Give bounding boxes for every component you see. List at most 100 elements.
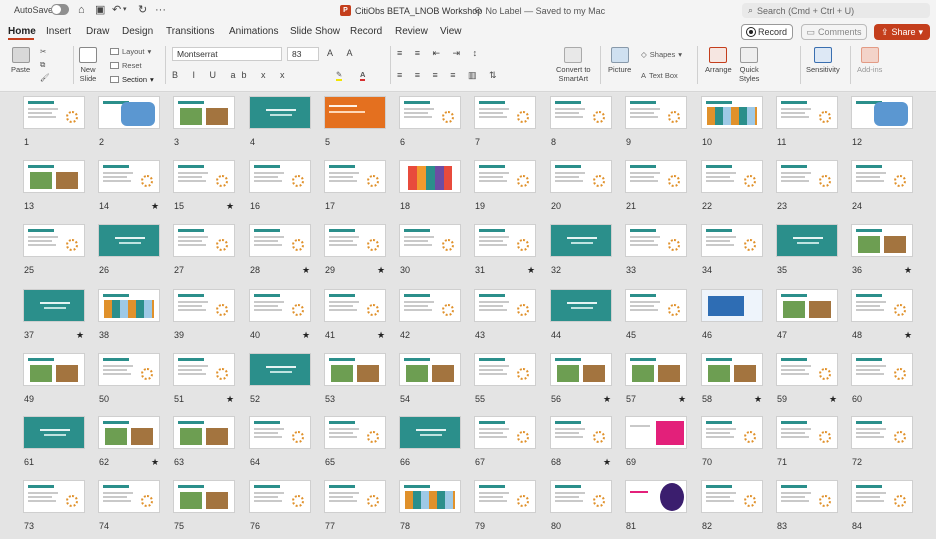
picture-button[interactable]: Picture — [608, 47, 631, 74]
slide-thumbnail[interactable] — [23, 160, 85, 193]
slide-thumbnail[interactable] — [399, 224, 461, 257]
slide-thumbnail[interactable] — [851, 480, 913, 513]
shapes-button[interactable]: ◇ Shapes ▾ — [641, 50, 682, 59]
alignment-controls[interactable]: ≡ ≡ ≡ ≡ ▥ ⇅ — [397, 70, 502, 81]
redo-icon[interactable]: ↻ — [138, 4, 147, 16]
slide-thumbnail[interactable] — [399, 160, 461, 193]
slide-thumbnail[interactable] — [701, 160, 763, 193]
slide-thumbnail[interactable] — [701, 416, 763, 449]
slide-thumbnail[interactable] — [474, 353, 536, 386]
slide-thumbnail[interactable] — [399, 96, 461, 129]
tab-design[interactable]: Design — [122, 26, 153, 37]
slide-thumbnail[interactable] — [399, 416, 461, 449]
slide-thumbnail[interactable] — [173, 224, 235, 257]
tab-transitions[interactable]: Transitions — [166, 26, 215, 37]
slide-thumbnail[interactable] — [399, 480, 461, 513]
slide-thumbnail[interactable] — [776, 289, 838, 322]
slide-thumbnail[interactable] — [851, 353, 913, 386]
slide-thumbnail[interactable] — [625, 160, 687, 193]
slide-thumbnail[interactable] — [324, 289, 386, 322]
slide-thumbnail[interactable] — [550, 353, 612, 386]
slide-thumbnail[interactable] — [23, 224, 85, 257]
slide-thumbnail[interactable] — [776, 353, 838, 386]
slide-thumbnail[interactable] — [98, 480, 160, 513]
slide-thumbnail[interactable] — [625, 353, 687, 386]
slide-thumbnail[interactable] — [23, 416, 85, 449]
slide-thumbnail[interactable] — [173, 289, 235, 322]
paste-button[interactable]: Paste — [11, 47, 30, 74]
slide-thumbnail[interactable] — [625, 289, 687, 322]
format-painter-button[interactable]: 🖌 — [40, 73, 50, 82]
cut-button[interactable]: ✂ — [40, 47, 46, 56]
tab-home[interactable]: Home — [8, 26, 36, 37]
slide-thumbnail[interactable] — [474, 224, 536, 257]
slide-thumbnail[interactable] — [173, 96, 235, 129]
undo-icon[interactable]: ↶ — [112, 4, 121, 16]
comments-button[interactable]: ▭ Comments — [801, 24, 867, 40]
slide-thumbnail[interactable] — [98, 160, 160, 193]
font-color-button[interactable]: A — [360, 70, 366, 81]
slide-thumbnail[interactable] — [98, 289, 160, 322]
record-button[interactable]: Record — [741, 24, 793, 40]
slide-thumbnail[interactable] — [173, 480, 235, 513]
slide-thumbnail[interactable] — [550, 480, 612, 513]
tab-insert[interactable]: Insert — [46, 26, 71, 37]
save-status[interactable]: ⊘ No Label — Saved to my Mac — [474, 5, 605, 16]
slide-thumbnail[interactable] — [474, 416, 536, 449]
slide-thumbnail[interactable] — [851, 160, 913, 193]
slide-thumbnail[interactable] — [23, 96, 85, 129]
tab-draw[interactable]: Draw — [86, 26, 109, 37]
slide-thumbnail[interactable] — [249, 353, 311, 386]
sensitivity-button[interactable]: Sensitivity — [806, 47, 840, 74]
autosave-toggle[interactable] — [51, 4, 69, 15]
slide-thumbnail[interactable] — [399, 289, 461, 322]
list-controls[interactable]: ≡ ≡ ⇤ ⇥ ↕ — [397, 48, 482, 59]
slide-thumbnail[interactable] — [550, 96, 612, 129]
slide-thumbnail[interactable] — [851, 224, 913, 257]
slide-thumbnail[interactable] — [173, 353, 235, 386]
copy-button[interactable]: ⧉ — [40, 60, 45, 70]
section-button[interactable]: Section ▾ — [110, 75, 154, 84]
slide-thumbnail[interactable] — [324, 160, 386, 193]
slide-thumbnail[interactable] — [324, 416, 386, 449]
slide-thumbnail[interactable] — [776, 96, 838, 129]
slide-thumbnail[interactable] — [474, 480, 536, 513]
slide-thumbnail[interactable] — [550, 416, 612, 449]
slide-thumbnail[interactable] — [324, 224, 386, 257]
text-format-controls[interactable]: B I U ab x x — [172, 70, 291, 80]
highlight-button[interactable]: ✎ — [336, 70, 343, 81]
slide-thumbnail[interactable] — [701, 224, 763, 257]
layout-button[interactable]: Layout ▾ — [110, 47, 151, 56]
slide-thumbnail[interactable] — [249, 289, 311, 322]
slide-thumbnail[interactable] — [851, 416, 913, 449]
slide-thumbnail[interactable] — [249, 224, 311, 257]
slide-thumbnail[interactable] — [776, 160, 838, 193]
slide-thumbnail[interactable] — [625, 480, 687, 513]
slide-thumbnail[interactable] — [98, 416, 160, 449]
slide-thumbnail[interactable] — [625, 96, 687, 129]
slide-thumbnail[interactable] — [776, 416, 838, 449]
slide-thumbnail[interactable] — [701, 96, 763, 129]
convert-smartart-button[interactable]: Convert to SmartArt — [556, 47, 591, 83]
slide-thumbnail[interactable] — [550, 224, 612, 257]
font-size-select[interactable]: 83 — [287, 47, 319, 61]
slide-thumbnail[interactable] — [324, 480, 386, 513]
font-size-controls[interactable]: A A — [327, 48, 359, 58]
slide-thumbnail[interactable] — [98, 96, 160, 129]
tab-record[interactable]: Record — [350, 26, 382, 37]
slide-thumbnail[interactable] — [851, 96, 913, 129]
tab-review[interactable]: Review — [395, 26, 428, 37]
slide-thumbnail[interactable] — [625, 224, 687, 257]
slide-thumbnail[interactable] — [23, 289, 85, 322]
slide-thumbnail[interactable] — [98, 353, 160, 386]
arrange-button[interactable]: Arrange — [705, 47, 732, 74]
slide-thumbnail[interactable] — [701, 353, 763, 386]
slide-thumbnail[interactable] — [550, 160, 612, 193]
slide-thumbnail[interactable] — [23, 353, 85, 386]
text-box-button[interactable]: A Text Box — [641, 71, 678, 80]
slide-thumbnail[interactable] — [399, 353, 461, 386]
slide-thumbnail[interactable] — [98, 224, 160, 257]
slide-thumbnail[interactable] — [324, 96, 386, 129]
slide-thumbnail[interactable] — [324, 353, 386, 386]
slide-thumbnail[interactable] — [474, 289, 536, 322]
